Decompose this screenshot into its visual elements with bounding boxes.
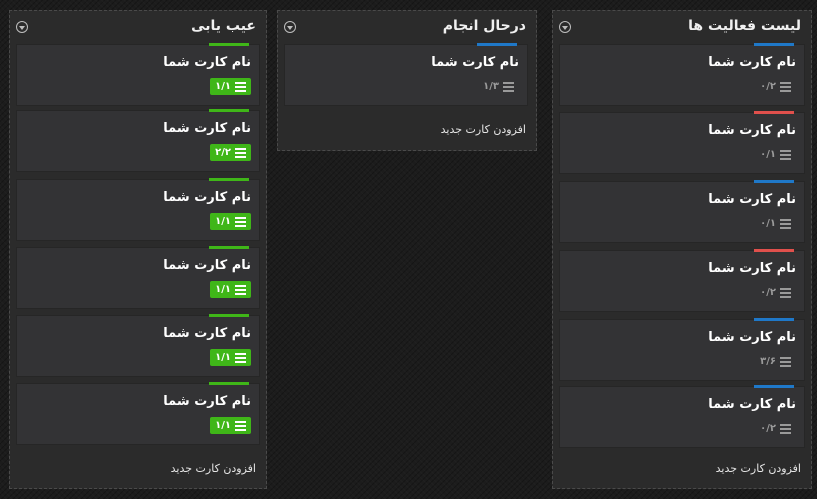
checklist-icon: [235, 353, 246, 363]
card-label-stripe: [477, 43, 517, 46]
checklist-badge: ۰/۲: [755, 78, 796, 95]
add-card-button[interactable]: افزودن کارت جدید: [716, 462, 801, 475]
card-title: نام کارت شما: [431, 55, 519, 70]
chevron-down-circle-icon[interactable]: [16, 21, 28, 33]
card-label-stripe: [209, 246, 249, 249]
card[interactable]: نام کارت شما ۰/۱: [559, 180, 805, 243]
checklist-count: ۱/۱: [215, 81, 231, 92]
checklist-count: ۱/۱: [215, 352, 231, 363]
checklist-icon: [780, 288, 791, 298]
card-title: نام کارت شما: [163, 55, 251, 70]
checklist-count: ۰/۲: [760, 423, 776, 434]
checklist-icon: [235, 285, 246, 295]
checklist-badge: ۲/۲: [210, 144, 251, 161]
checklist-icon: [235, 217, 246, 227]
card-label-stripe: [209, 109, 249, 112]
list-title: لیست فعالیت ها: [688, 18, 801, 34]
checklist-badge: ۱/۱: [210, 213, 251, 230]
card-title: نام کارت شما: [708, 55, 796, 70]
card-title: نام کارت شما: [708, 397, 796, 412]
checklist-badge: ۱/۳: [478, 78, 519, 95]
list-activities: لیست فعالیت ها نام کارت شما ۰/۲ نام کارت…: [552, 10, 812, 489]
card-title: نام کارت شما: [163, 190, 251, 205]
card-title: نام کارت شما: [163, 326, 251, 341]
checklist-icon: [780, 357, 791, 367]
checklist-icon: [780, 424, 791, 434]
list-in-progress: درحال انجام نام کارت شما ۱/۳ افزودن کارت…: [277, 10, 537, 151]
checklist-count: ۳/۶: [760, 356, 776, 367]
card-label-stripe: [209, 178, 249, 181]
card-label-stripe: [754, 249, 794, 252]
card-label-stripe: [209, 43, 249, 46]
checklist-count: ۰/۱: [760, 149, 776, 160]
checklist-count: ۱/۱: [215, 284, 231, 295]
card[interactable]: نام کارت شما ۰/۲: [559, 43, 805, 106]
checklist-badge: ۱/۱: [210, 349, 251, 366]
checklist-count: ۱/۳: [483, 81, 499, 92]
checklist-icon: [235, 421, 246, 431]
list-header: عیب یابی: [10, 11, 266, 43]
card[interactable]: نام کارت شما ۰/۲: [559, 249, 805, 312]
checklist-icon: [235, 82, 246, 92]
card[interactable]: نام کارت شما ۱/۱: [16, 314, 260, 377]
card[interactable]: نام کارت شما ۰/۲: [559, 385, 805, 448]
checklist-icon: [780, 219, 791, 229]
checklist-badge: ۱/۱: [210, 281, 251, 298]
list-title: درحال انجام: [442, 18, 526, 34]
checklist-count: ۰/۲: [760, 287, 776, 298]
list-title: عیب یابی: [191, 18, 256, 34]
checklist-badge: ۰/۲: [755, 420, 796, 437]
card[interactable]: نام کارت شما ۲/۲: [16, 109, 260, 172]
card[interactable]: نام کارت شما ۱/۱: [16, 43, 260, 106]
card-title: نام کارت شما: [708, 123, 796, 138]
card[interactable]: نام کارت شما ۱/۱: [16, 382, 260, 445]
add-card-button[interactable]: افزودن کارت جدید: [441, 123, 526, 136]
card[interactable]: نام کارت شما ۳/۶: [559, 318, 805, 381]
card-title: نام کارت شما: [163, 258, 251, 273]
chevron-down-circle-icon[interactable]: [284, 21, 296, 33]
card-title: نام کارت شما: [708, 330, 796, 345]
checklist-icon: [503, 82, 514, 92]
card[interactable]: نام کارت شما ۰/۱: [559, 111, 805, 174]
card-label-stripe: [754, 318, 794, 321]
checklist-count: ۰/۱: [760, 218, 776, 229]
checklist-badge: ۱/۱: [210, 417, 251, 434]
checklist-count: ۲/۲: [215, 147, 231, 158]
checklist-icon: [780, 150, 791, 160]
card-label-stripe: [754, 111, 794, 114]
checklist-badge: ۰/۲: [755, 284, 796, 301]
card-title: نام کارت شما: [708, 192, 796, 207]
card[interactable]: نام کارت شما ۱/۳: [284, 43, 528, 106]
checklist-badge: ۰/۱: [755, 146, 796, 163]
checklist-badge: ۰/۱: [755, 215, 796, 232]
checklist-badge: ۳/۶: [755, 353, 796, 370]
card-label-stripe: [754, 43, 794, 46]
checklist-icon: [235, 148, 246, 158]
card-title: نام کارت شما: [163, 121, 251, 136]
list-troubleshooting: عیب یابی نام کارت شما ۱/۱ نام کارت شما ۲…: [9, 10, 267, 489]
card-label-stripe: [754, 180, 794, 183]
card[interactable]: نام کارت شما ۱/۱: [16, 178, 260, 241]
checklist-badge: ۱/۱: [210, 78, 251, 95]
checklist-count: ۱/۱: [215, 216, 231, 227]
list-header: لیست فعالیت ها: [553, 11, 811, 43]
card-label-stripe: [209, 314, 249, 317]
checklist-count: ۱/۱: [215, 420, 231, 431]
checklist-count: ۰/۲: [760, 81, 776, 92]
card-title: نام کارت شما: [708, 261, 796, 276]
checklist-icon: [780, 82, 791, 92]
card-label-stripe: [754, 385, 794, 388]
add-card-button[interactable]: افزودن کارت جدید: [171, 462, 256, 475]
list-header: درحال انجام: [278, 11, 536, 43]
card-title: نام کارت شما: [163, 394, 251, 409]
chevron-down-circle-icon[interactable]: [559, 21, 571, 33]
card[interactable]: نام کارت شما ۱/۱: [16, 246, 260, 309]
card-label-stripe: [209, 382, 249, 385]
